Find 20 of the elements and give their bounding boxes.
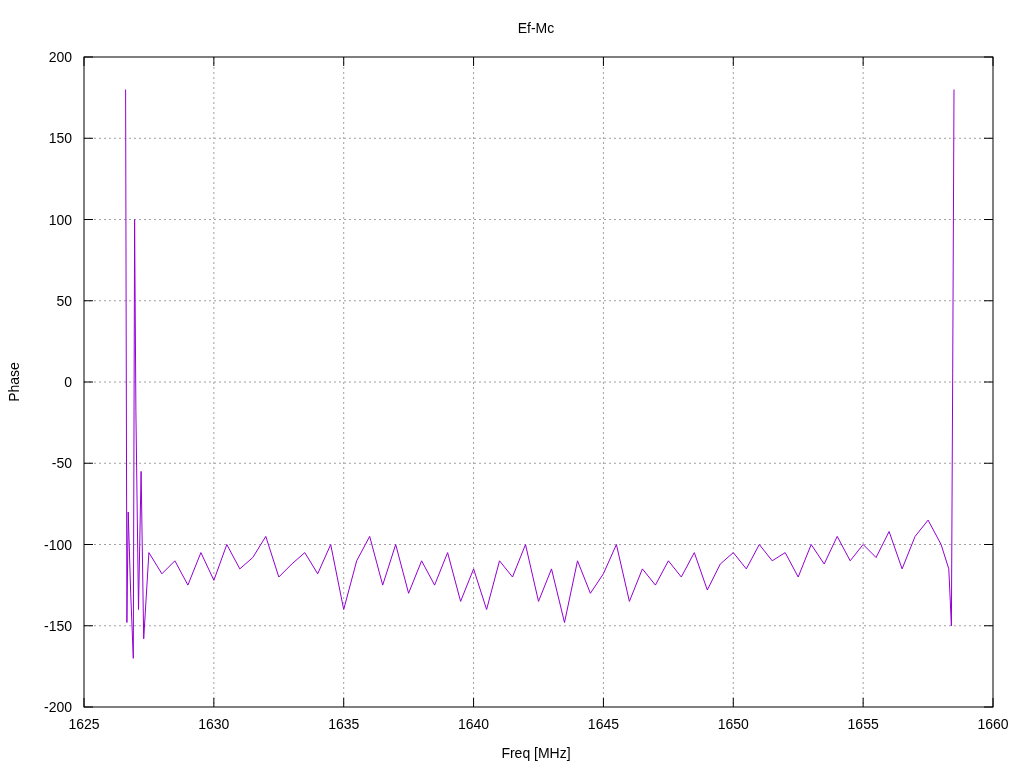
y-tick-label: -200 bbox=[43, 699, 72, 715]
x-axis-label: Freq [MHz] bbox=[501, 745, 571, 761]
y-tick-label: -100 bbox=[43, 536, 72, 553]
x-tick-label: 1630 bbox=[198, 716, 230, 732]
y-tick-label: 100 bbox=[48, 211, 72, 228]
x-tick-label: 1660 bbox=[977, 716, 1009, 732]
x-tick-label: 1635 bbox=[328, 716, 360, 732]
y-tick-label: 50 bbox=[56, 292, 72, 309]
x-tick-label: 1655 bbox=[847, 716, 879, 732]
x-tick-label: 1650 bbox=[717, 716, 749, 732]
y-tick-label: 200 bbox=[48, 49, 72, 65]
x-tick-label: 1625 bbox=[68, 716, 100, 732]
y-tick-label: 0 bbox=[64, 374, 72, 390]
chart-title: Ef-Mc bbox=[517, 20, 555, 36]
x-tick-label: 1640 bbox=[458, 716, 490, 732]
y-tick-label: -150 bbox=[43, 617, 72, 634]
x-tick-label: 1645 bbox=[587, 716, 619, 732]
y-tick-label: -50 bbox=[51, 455, 72, 472]
y-tick-label: 150 bbox=[48, 130, 72, 147]
y-axis-label: Phase bbox=[6, 362, 22, 402]
